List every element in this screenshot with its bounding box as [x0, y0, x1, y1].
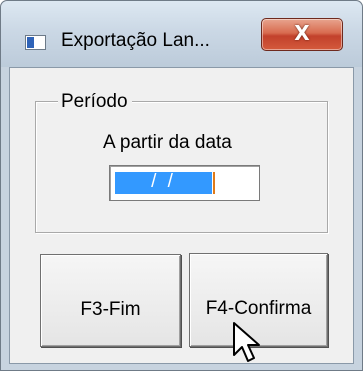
close-button[interactable]: X	[261, 18, 343, 51]
app-window-icon[interactable]	[25, 35, 46, 50]
window-title: Exportação Lan...	[61, 30, 210, 51]
mouse-pointer-icon	[233, 322, 260, 362]
f3-fim-button-label: F3-Fim	[80, 299, 141, 320]
app-icon-accent	[27, 37, 34, 48]
text-caret	[213, 172, 215, 194]
date-selection-highlight: / /	[115, 171, 212, 194]
close-icon: X	[294, 21, 310, 45]
date-field-label: A partir da data	[103, 132, 232, 153]
date-input-value: / /	[142, 171, 185, 192]
f3-fim-button[interactable]: F3-Fim	[40, 254, 181, 347]
start-date-input[interactable]: / /	[109, 165, 260, 201]
title-bar[interactable]: Exportação Lan... X	[1, 1, 362, 67]
f4-confirma-button-label: F4-Confirma	[205, 298, 312, 319]
period-group-label: Período	[58, 91, 132, 113]
